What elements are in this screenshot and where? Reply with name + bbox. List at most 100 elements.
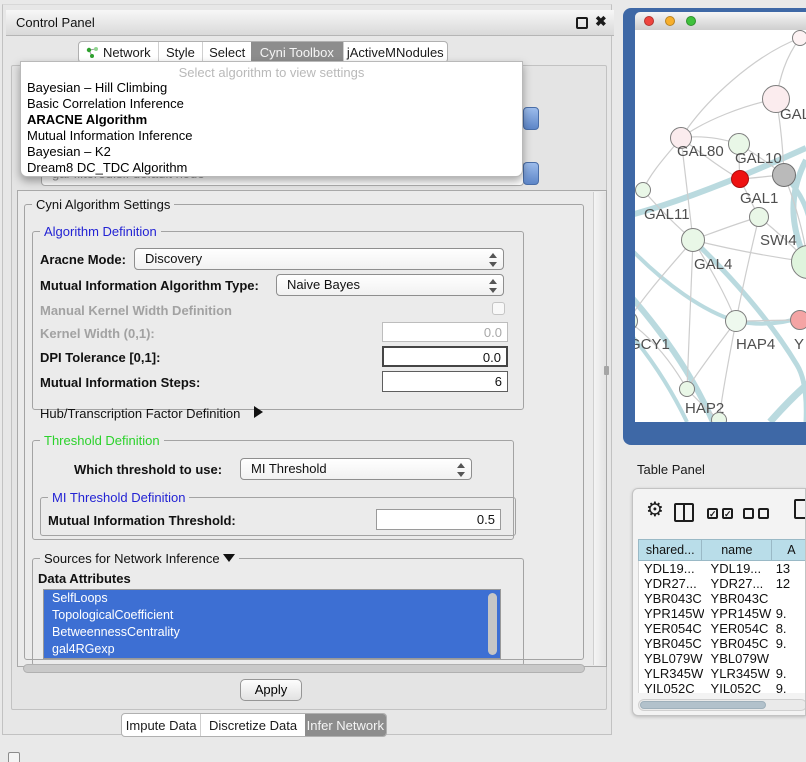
table-cell: 9. xyxy=(774,636,806,651)
splitter-handle[interactable] xyxy=(604,366,609,375)
table-cell: YER054C xyxy=(704,621,774,636)
table-cell: 8. xyxy=(774,621,806,636)
network-node-y[interactable] xyxy=(790,310,806,330)
close-icon[interactable]: ✖ xyxy=(595,13,607,30)
collapsed-panel-icon[interactable] xyxy=(8,752,20,762)
table-row[interactable]: YLR345WYLR345W9. xyxy=(639,666,806,681)
algorithm-option[interactable]: ARACNE Algorithm xyxy=(21,112,522,128)
spinner-arrows-icon xyxy=(488,253,496,267)
table-row[interactable]: YBL079WYBL079W xyxy=(639,651,806,666)
table-row[interactable]: YPR145WYPR145W9. xyxy=(639,606,806,621)
algorithm-option[interactable]: Bayesian – Hill Climbing xyxy=(21,80,522,96)
attribute-list-item[interactable]: gal4RGexp xyxy=(44,641,500,658)
sources-title: Sources for Network Inference xyxy=(44,551,220,566)
algorithm-option[interactable]: Mutual Information Inference xyxy=(21,128,522,144)
table-scrollbar-thumb[interactable] xyxy=(640,701,766,709)
tab-discretize-data[interactable]: Discretize Data xyxy=(200,714,304,736)
tab-label: Impute Data xyxy=(126,718,197,733)
column-header-1[interactable]: shared... xyxy=(638,539,702,561)
aracne-mode-select[interactable]: Discovery xyxy=(134,248,504,270)
algorithm-option[interactable]: Bayesian – K2 xyxy=(21,144,522,160)
list-scrollbar-thumb[interactable] xyxy=(488,593,497,655)
network-node-label: GAL80 xyxy=(677,143,724,160)
horizontal-scrollbar-thumb[interactable] xyxy=(23,664,585,673)
table-cell: 9. xyxy=(774,606,806,621)
attribute-list-item[interactable]: SelfLoops xyxy=(44,590,500,607)
table-panel-window: ⚙ ✓ ✓ shared...nameA YDL19...YDL19...13Y… xyxy=(632,488,806,716)
tab-impute-data[interactable]: Impute Data xyxy=(122,714,200,736)
node-table: shared...nameA YDL19...YDL19...13YDR27..… xyxy=(638,539,806,693)
column-header-3[interactable]: A xyxy=(772,539,806,561)
network-node-gal1[interactable] xyxy=(749,207,769,227)
table-row[interactable]: YDL19...YDL19...13 xyxy=(639,561,806,576)
collapse-arrow-icon[interactable] xyxy=(223,554,235,562)
network-node-label: GAL4 xyxy=(694,256,732,273)
network-node-gal4[interactable] xyxy=(681,228,705,252)
vertical-scrollbar[interactable] xyxy=(593,192,606,665)
algorithm-list: Bayesian – Hill ClimbingBasic Correlatio… xyxy=(21,80,522,176)
which-threshold-select[interactable]: MI Threshold xyxy=(240,458,472,480)
file-icon[interactable] xyxy=(794,499,806,519)
attribute-list-item[interactable]: BetweennessCentrality xyxy=(44,624,500,641)
split-columns-icon[interactable] xyxy=(674,503,694,522)
apply-button[interactable]: Apply xyxy=(240,679,302,701)
table-cell: 9. xyxy=(774,666,806,681)
panel-title: Control Panel xyxy=(16,15,95,30)
which-threshold-label: Which threshold to use: xyxy=(74,462,222,477)
float-window-icon[interactable] xyxy=(576,17,588,29)
table-row[interactable]: YDR27...YDR27...12 xyxy=(639,576,806,591)
table-row[interactable]: YBR045CYBR045C9. xyxy=(639,636,806,651)
tab-cyni-toolbox[interactable]: Cyni Toolbox xyxy=(251,42,343,62)
network-node[interactable] xyxy=(731,170,749,188)
window-close-button[interactable] xyxy=(644,16,654,26)
window-zoom-button[interactable] xyxy=(686,16,696,26)
window-minimize-button[interactable] xyxy=(665,16,675,26)
aracne-mode-value: Discovery xyxy=(145,251,202,266)
table-cell: YIL052C xyxy=(704,681,774,693)
group-title: Algorithm Definition xyxy=(40,224,161,239)
unchecked-checkboxes-icon[interactable] xyxy=(743,508,769,519)
table-row[interactable]: YIL052CYIL052C9. xyxy=(639,681,806,693)
attribute-list-item[interactable]: TopologicalCoefficient xyxy=(44,607,500,624)
tab-select[interactable]: Select xyxy=(202,42,251,62)
manual-kernel-checkbox[interactable] xyxy=(492,302,505,315)
table-row[interactable]: YER054CYER054C8. xyxy=(639,621,806,636)
table-horizontal-scrollbar[interactable] xyxy=(638,699,806,711)
data-attributes-list[interactable]: SelfLoopsTopologicalCoefficientBetweenne… xyxy=(43,589,501,659)
checked-checkboxes-icon[interactable]: ✓ ✓ xyxy=(707,508,733,519)
network-node-label: Y xyxy=(794,336,804,353)
network-node[interactable] xyxy=(792,30,806,46)
network-node-label: HAP4 xyxy=(736,336,775,353)
dpi-tolerance-field[interactable]: 0.0 xyxy=(382,346,508,367)
network-node-hap2[interactable] xyxy=(679,381,695,397)
mi-steps-field[interactable]: 6 xyxy=(382,371,508,392)
network-canvas[interactable]: GALGAL80GAL10GAL1GAL11GAL4SWI4GCY1HAP4YH… xyxy=(635,30,806,422)
algorithm-dropdown-popup: Select algorithm to view settings Bayesi… xyxy=(20,61,523,177)
tab-network[interactable]: Network xyxy=(79,42,158,62)
network-node[interactable] xyxy=(772,163,796,187)
network-node-gal11[interactable] xyxy=(635,182,651,198)
table-cell: YDR27... xyxy=(639,576,704,591)
tab-label: Discretize Data xyxy=(209,718,297,733)
algorithm-option[interactable]: Dream8 DC_TDC Algorithm xyxy=(21,160,522,176)
mi-threshold-field[interactable]: 0.5 xyxy=(376,509,501,530)
network-node-label: GAL1 xyxy=(740,190,778,207)
table-row[interactable]: YBR043CYBR043C xyxy=(639,591,806,606)
mi-steps-label: Mutual Information Steps: xyxy=(40,375,200,390)
algorithm-option[interactable]: Basic Correlation Inference xyxy=(21,96,522,112)
tab-style[interactable]: Style xyxy=(158,42,203,62)
hidden-combo-button xyxy=(523,107,539,130)
network-node-hap4[interactable] xyxy=(725,310,747,332)
kernel-width-field[interactable]: 0.0 xyxy=(382,322,508,342)
network-node[interactable] xyxy=(711,412,727,422)
gear-icon[interactable]: ⚙ xyxy=(646,497,664,521)
expand-arrow-icon[interactable] xyxy=(254,406,263,418)
checkbox-unchecked-icon xyxy=(758,508,769,519)
network-view-window: GALGAL80GAL10GAL1GAL11GAL4SWI4GCY1HAP4YH… xyxy=(623,8,806,445)
table-cell: YBR043C xyxy=(639,591,704,606)
tab-infer-network[interactable]: Infer Network xyxy=(305,714,386,736)
mi-algorithm-type-select[interactable]: Naive Bayes xyxy=(276,274,504,296)
tab-jactivemnodules[interactable]: jActiveMNodules xyxy=(343,42,447,62)
network-window-titlebar[interactable] xyxy=(635,12,806,30)
column-header-2[interactable]: name xyxy=(702,539,772,561)
